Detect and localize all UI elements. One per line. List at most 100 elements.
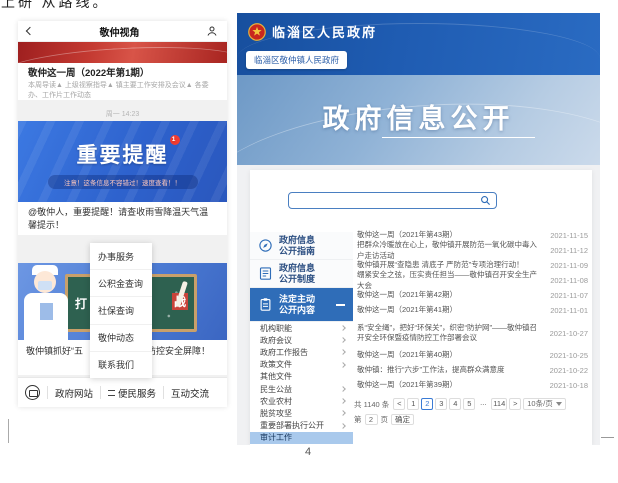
phone-header: 敬仲视角 — [18, 21, 227, 42]
list-item[interactable]: 绷紧安全之弦，压实责任担当——敬仲镇召开安全生产大会2021-11-08 — [357, 273, 588, 288]
services-popup-menu: 办事服务 公积金查询 社保查询 敬仲动态 联系我们 — [90, 243, 152, 378]
article-summary: 本周导读▲ 上级视察指导▲ 镇主要工作安排及会议▲ 各委办、工作片工作动态 — [28, 81, 217, 101]
page-button-2-active[interactable]: 2 — [421, 398, 433, 410]
site-name: 临淄区人民政府 — [272, 22, 377, 41]
page-jumper: 第 2 页 确定 — [354, 414, 414, 425]
document-page: 上研 从路线。 敬仲视角 敬仲这一周（2022年第1期） 本周导读▲ 上级视察指… — [0, 0, 618, 483]
info-disclosure-banner: 政府信息公开 — [237, 75, 600, 165]
town-gov-tag[interactable]: 临淄区敬仲镇人民政府 — [246, 51, 347, 69]
clipped-doc-text: 上研 从路线。 — [1, 0, 131, 11]
blackboard-text-left: 打 — [75, 295, 87, 312]
chevron-right-icon — [340, 423, 346, 429]
doctor-clipboard — [40, 303, 53, 320]
chevron-right-icon — [340, 362, 346, 368]
clipboard-icon — [258, 297, 273, 312]
national-emblem-icon — [248, 23, 266, 41]
page-button-114[interactable]: 114 — [491, 398, 507, 410]
sidebar-tile-guide[interactable]: 政府信息公开指南 — [250, 232, 353, 260]
sidebar-tile-statutory-disclosure[interactable]: 法定主动公开内容 — [250, 288, 353, 322]
menu-item-contact-us[interactable]: 联系我们 — [90, 352, 152, 378]
tab-gov-website[interactable]: 政府网站 — [55, 386, 93, 400]
pagination-total: 共 1140 条 — [354, 399, 389, 410]
divider — [100, 386, 101, 399]
chevron-right-icon — [340, 337, 346, 343]
search-icon[interactable] — [480, 195, 491, 206]
alert-banner-card[interactable]: 重要提醒1 注意！这条信息不容错过！速度查看！！ — [18, 121, 227, 202]
list-item[interactable]: 敬仲这一周（2021年第39期）2021-10-18 — [357, 378, 588, 393]
list-item[interactable]: 系“安全绳”，把好“环保关”，织密“防护网”——敬仲镇召开安全环保暨疫情防控工作… — [357, 318, 588, 348]
sidebar-item-org-functions[interactable]: 机构职能 — [250, 322, 353, 334]
jump-suffix-label: 页 — [381, 414, 389, 425]
sidebar-item-audit-work[interactable]: 审计工作 — [250, 432, 353, 444]
page-button-1[interactable]: 1 — [407, 398, 419, 410]
jump-confirm-button[interactable]: 确定 — [391, 414, 414, 425]
account-title: 敬仲视角 — [100, 24, 140, 39]
sidebar-item-policy-docs[interactable]: 政策文件 — [250, 359, 353, 371]
alert-banner-subtitle: 注意！这条信息不容错过！速度查看！！ — [48, 175, 198, 189]
chevron-right-icon — [340, 386, 346, 392]
sidebar: 政府信息公开指南 政府信息公开制度 — [250, 232, 353, 444]
chevron-right-icon — [340, 350, 346, 356]
search-box — [288, 192, 497, 209]
divider — [47, 386, 48, 399]
list-item[interactable]: 敬仲这一周（2021年第42期）2021-11-07 — [357, 288, 588, 303]
menu-lines-icon — [108, 390, 115, 396]
document-icon — [258, 266, 273, 281]
pagination: 共 1140 条 < 1 2 3 4 5 ... 114 > 10条/页 — [354, 398, 590, 410]
page-button-4[interactable]: 4 — [449, 398, 461, 410]
chat-timestamp: 周一 14:23 — [18, 109, 227, 119]
chevron-right-icon — [340, 325, 346, 331]
article-card[interactable]: 敬仲这一周（2022年第1期） 本周导读▲ 上级视察指导▲ 镇主要工作安排及会议… — [18, 63, 227, 100]
sidebar-item-work-report[interactable]: 政府工作报告 — [250, 346, 353, 358]
chevron-right-icon — [340, 398, 346, 404]
doc-dash-mark — [601, 437, 614, 438]
collapse-minus-icon[interactable] — [336, 304, 345, 306]
jump-page-input[interactable]: 2 — [365, 414, 378, 425]
sidebar-item-gov-meetings[interactable]: 政府会议 — [250, 334, 353, 346]
banner-title: 政府信息公开 — [237, 97, 600, 136]
list-item[interactable]: 敬仲镇：推行“六步”工作法，提高群众满意度2021-10-22 — [357, 363, 588, 378]
sidebar-tile-rules[interactable]: 政府信息公开制度 — [250, 260, 353, 288]
back-icon[interactable] — [26, 27, 34, 35]
alert-message-card[interactable]: @敬仲人，重要提醒！请查收雨雪降温天气温馨提示！ — [18, 202, 227, 235]
sidebar-item-key-deployment[interactable]: 重要部署执行公开 — [250, 420, 353, 432]
article-list: 敬仲这一周（2021年第43期）2021-11-15 把群众冷暖放在心上，敬仲镇… — [357, 228, 588, 393]
page-button-3[interactable]: 3 — [435, 398, 447, 410]
sidebar-item-poverty-alleviation[interactable]: 脱贫攻坚 — [250, 407, 353, 419]
sidebar-item-agriculture[interactable]: 农业农村 — [250, 395, 353, 407]
list-item[interactable]: 把群众冷暖放在心上，敬仲镇开展防范一氧化碳中毒入户走访活动2021-11-12 — [357, 243, 588, 258]
chevron-down-icon — [556, 402, 562, 406]
tab-interaction[interactable]: 互动交流 — [171, 386, 209, 400]
keyboard-toggle-icon[interactable] — [25, 385, 40, 400]
content-card: 政府信息公开指南 政府信息公开制度 — [250, 170, 592, 445]
sidebar-item-other-docs[interactable]: 其他文件 — [250, 371, 353, 383]
page-ellipsis: ... — [477, 398, 489, 410]
menu-item-social-security[interactable]: 社保查询 — [90, 297, 152, 324]
menu-item-service[interactable]: 办事服务 — [90, 243, 152, 270]
wechat-account-screenshot: 敬仲视角 敬仲这一周（2022年第1期） 本周导读▲ 上级视察指导▲ 镇主要工作… — [18, 21, 227, 407]
list-item[interactable]: 敬仲这一周（2021年第40期）2021-10-25 — [357, 348, 588, 363]
search-input[interactable] — [289, 193, 480, 208]
menu-item-town-news[interactable]: 敬仲动态 — [90, 325, 152, 352]
list-item[interactable]: 敬仲这一周（2021年第41期）2021-11-01 — [357, 303, 588, 318]
alert-banner-title: 重要提醒1 — [18, 139, 227, 169]
site-brand[interactable]: 临淄区人民政府 — [248, 22, 377, 41]
page-button-5[interactable]: 5 — [463, 398, 475, 410]
chevron-right-icon — [340, 411, 346, 417]
contact-person-icon[interactable] — [206, 25, 218, 37]
menu-item-housing-fund[interactable]: 公积金查询 — [90, 270, 152, 297]
bottom-tab-bar: 政府网站 便民服务 互动交流 — [18, 377, 227, 407]
prev-page-button[interactable]: < — [393, 398, 405, 410]
notification-badge: 1 — [170, 135, 180, 145]
jump-prefix-label: 第 — [354, 414, 362, 425]
page-size-select[interactable]: 10条/页 — [523, 398, 565, 410]
divider — [163, 386, 164, 399]
sidebar-item-public-welfare[interactable]: 民生公益 — [250, 383, 353, 395]
doctor-mask — [38, 281, 52, 290]
tab-citizen-services[interactable]: 便民服务 — [108, 386, 156, 400]
doc-frame-line — [8, 419, 9, 443]
banner-underline — [382, 137, 535, 138]
next-page-button[interactable]: > — [509, 398, 521, 410]
article-cover-image[interactable] — [18, 42, 227, 63]
doc-page-number: 4 — [298, 446, 318, 458]
